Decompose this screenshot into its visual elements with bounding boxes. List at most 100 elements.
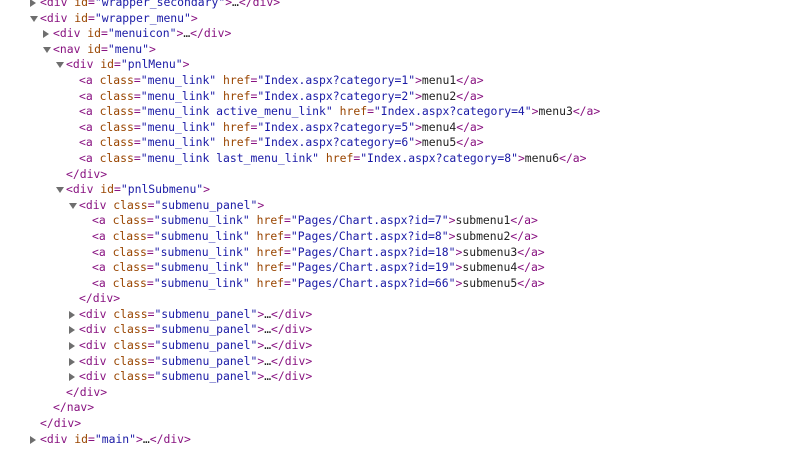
collapse-triangle-icon[interactable]: [55, 57, 65, 73]
href-link[interactable]: "Index.aspx?category=5": [257, 120, 415, 134]
href-link[interactable]: "Pages/Chart.aspx?id=19": [291, 260, 456, 274]
node-markup[interactable]: <div class="submenu_panel">…</div>: [79, 354, 312, 370]
dom-tree-node[interactable]: <div class="submenu_panel">…</div>: [0, 369, 803, 385]
node-markup[interactable]: <a class="menu_link" href="Index.aspx?ca…: [79, 73, 484, 89]
collapse-triangle-icon[interactable]: [42, 42, 52, 58]
node-markup[interactable]: <a class="menu_link" href="Index.aspx?ca…: [79, 120, 484, 136]
dom-tree-node[interactable]: <a class="submenu_link" href="Pages/Char…: [0, 213, 803, 229]
collapse-triangle-icon[interactable]: [55, 182, 65, 198]
attribute-name: href: [256, 244, 285, 259]
attribute-name: id: [74, 431, 89, 446]
dom-tree-node[interactable]: <div class="submenu_panel">…</div>: [0, 307, 803, 323]
dom-tree-node[interactable]: <a class="menu_link" href="Index.aspx?ca…: [0, 89, 803, 105]
dom-tree-node[interactable]: <div class="submenu_panel">: [0, 198, 803, 214]
node-markup[interactable]: <a class="submenu_link" href="Pages/Char…: [92, 245, 545, 261]
tag-token: </a>: [572, 104, 601, 119]
href-link[interactable]: "Pages/Chart.aspx?id=8": [291, 229, 449, 243]
dom-tree-node[interactable]: <div class="submenu_panel">…</div>: [0, 338, 803, 354]
node-text: menu2: [421, 88, 457, 103]
dom-tree-node[interactable]: <a class="menu_link last_menu_link" href…: [0, 151, 803, 167]
attribute-value: "submenu_link": [153, 244, 250, 259]
dom-tree-node[interactable]: </nav>: [0, 400, 803, 416]
dom-tree-node[interactable]: <a class="menu_link" href="Index.aspx?ca…: [0, 73, 803, 89]
expand-triangle-icon[interactable]: [68, 307, 78, 323]
collapsed-ellipsis[interactable]: …: [232, 0, 239, 9]
node-markup[interactable]: </div>: [40, 416, 81, 432]
dom-tree-node[interactable]: <a class="submenu_link" href="Pages/Char…: [0, 260, 803, 276]
dom-tree-node[interactable]: </div>: [0, 416, 803, 432]
collapsed-ellipsis[interactable]: …: [143, 432, 150, 446]
node-markup[interactable]: <a class="menu_link" href="Index.aspx?ca…: [79, 135, 484, 151]
tag-token: =: [146, 275, 154, 290]
node-markup[interactable]: <a class="menu_link" href="Index.aspx?ca…: [79, 89, 484, 105]
node-markup[interactable]: <div class="submenu_panel">…</div>: [79, 322, 312, 338]
dom-tree-node[interactable]: <a class="submenu_link" href="Pages/Char…: [0, 245, 803, 261]
attribute-name: class: [99, 150, 134, 165]
node-markup[interactable]: <div id="pnlMenu">: [66, 57, 189, 73]
dom-tree-node[interactable]: <a class="submenu_link" href="Pages/Char…: [0, 229, 803, 245]
node-markup[interactable]: <a class="submenu_link" href="Pages/Char…: [92, 276, 545, 292]
attribute-value: "pnlSubmenu": [120, 182, 204, 197]
href-link[interactable]: "Pages/Chart.aspx?id=18": [291, 245, 456, 259]
tag-token: >: [415, 72, 422, 87]
href-link[interactable]: "Index.aspx?category=6": [257, 135, 415, 149]
tag-token: <div: [79, 353, 114, 368]
node-markup[interactable]: <div class="submenu_panel">: [79, 198, 264, 214]
expand-triangle-icon[interactable]: [68, 354, 78, 370]
node-markup[interactable]: <a class="menu_link last_menu_link" href…: [79, 151, 587, 167]
dom-tree-node[interactable]: <a class="menu_link" href="Index.aspx?ca…: [0, 120, 803, 136]
node-markup[interactable]: </div>: [66, 167, 107, 183]
href-link[interactable]: "Index.aspx?category=2": [257, 89, 415, 103]
collapse-triangle-icon[interactable]: [29, 11, 39, 27]
dom-tree-node[interactable]: <div id="wrapper_menu">: [0, 11, 803, 27]
dom-tree-node[interactable]: <div id="main">…</div>: [0, 432, 803, 448]
href-link[interactable]: "Pages/Chart.aspx?id=7": [291, 213, 449, 227]
dom-tree-node[interactable]: <a class="submenu_link" href="Pages/Char…: [0, 276, 803, 292]
tag-token: <div: [40, 10, 75, 25]
node-markup[interactable]: <a class="submenu_link" href="Pages/Char…: [92, 229, 538, 245]
dom-tree-node[interactable]: <div class="submenu_panel">…</div>: [0, 354, 803, 370]
href-link[interactable]: "Index.aspx?category=1": [257, 73, 415, 87]
expand-triangle-icon[interactable]: [29, 0, 39, 11]
tag-token: <div: [66, 57, 101, 72]
expand-triangle-icon[interactable]: [68, 369, 78, 385]
dom-tree-node[interactable]: <div id="wrapper_secondary">…</div>: [0, 0, 803, 11]
dom-tree-node[interactable]: <div id="pnlMenu">: [0, 57, 803, 73]
expand-triangle-icon[interactable]: [42, 26, 52, 42]
node-markup[interactable]: <div id="wrapper_menu">: [40, 11, 198, 27]
node-markup[interactable]: <a class="submenu_link" href="Pages/Char…: [92, 260, 545, 276]
attribute-name: class: [113, 322, 148, 337]
expand-triangle-icon[interactable]: [68, 338, 78, 354]
href-link[interactable]: "Pages/Chart.aspx?id=66": [291, 276, 456, 290]
dom-tree-node[interactable]: </div>: [0, 385, 803, 401]
href-link[interactable]: "Index.aspx?category=4": [374, 104, 532, 118]
href-link[interactable]: "Index.aspx?category=8": [360, 151, 518, 165]
dom-tree-node[interactable]: <nav id="menu">: [0, 42, 803, 58]
node-markup[interactable]: <div class="submenu_panel">…</div>: [79, 338, 312, 354]
node-markup[interactable]: <div id="menuicon">…</div>: [53, 26, 231, 42]
tag-token: =: [101, 41, 108, 56]
node-markup[interactable]: </nav>: [53, 400, 94, 416]
node-markup[interactable]: <div id="main">…</div>: [40, 432, 191, 448]
dom-tree-node[interactable]: <div id="pnlSubmenu">: [0, 182, 803, 198]
expand-triangle-icon[interactable]: [29, 432, 39, 448]
dom-tree-node[interactable]: <div id="menuicon">…</div>: [0, 26, 803, 42]
dom-tree-node[interactable]: <a class="menu_link active_menu_link" hr…: [0, 104, 803, 120]
dom-tree-node[interactable]: <div class="submenu_panel">…</div>: [0, 322, 803, 338]
dom-tree-node[interactable]: <a class="menu_link" href="Index.aspx?ca…: [0, 135, 803, 151]
node-markup[interactable]: <nav id="menu">: [53, 42, 156, 58]
node-markup[interactable]: <div class="submenu_panel">…</div>: [79, 307, 312, 323]
node-markup[interactable]: </div>: [66, 385, 107, 401]
dom-tree-node[interactable]: </div>: [0, 167, 803, 183]
tag-token: <div: [40, 431, 75, 446]
tag-token: <nav: [53, 41, 88, 56]
node-markup[interactable]: <div id="wrapper_secondary">…</div>: [40, 0, 280, 11]
node-markup[interactable]: <div id="pnlSubmenu">: [66, 182, 210, 198]
collapse-triangle-icon[interactable]: [68, 198, 78, 214]
node-markup[interactable]: <a class="submenu_link" href="Pages/Char…: [92, 213, 538, 229]
node-markup[interactable]: </div>: [79, 291, 120, 307]
node-markup[interactable]: <div class="submenu_panel">…</div>: [79, 369, 312, 385]
node-markup[interactable]: <a class="menu_link active_menu_link" hr…: [79, 104, 600, 120]
expand-triangle-icon[interactable]: [68, 322, 78, 338]
dom-tree-node[interactable]: </div>: [0, 291, 803, 307]
